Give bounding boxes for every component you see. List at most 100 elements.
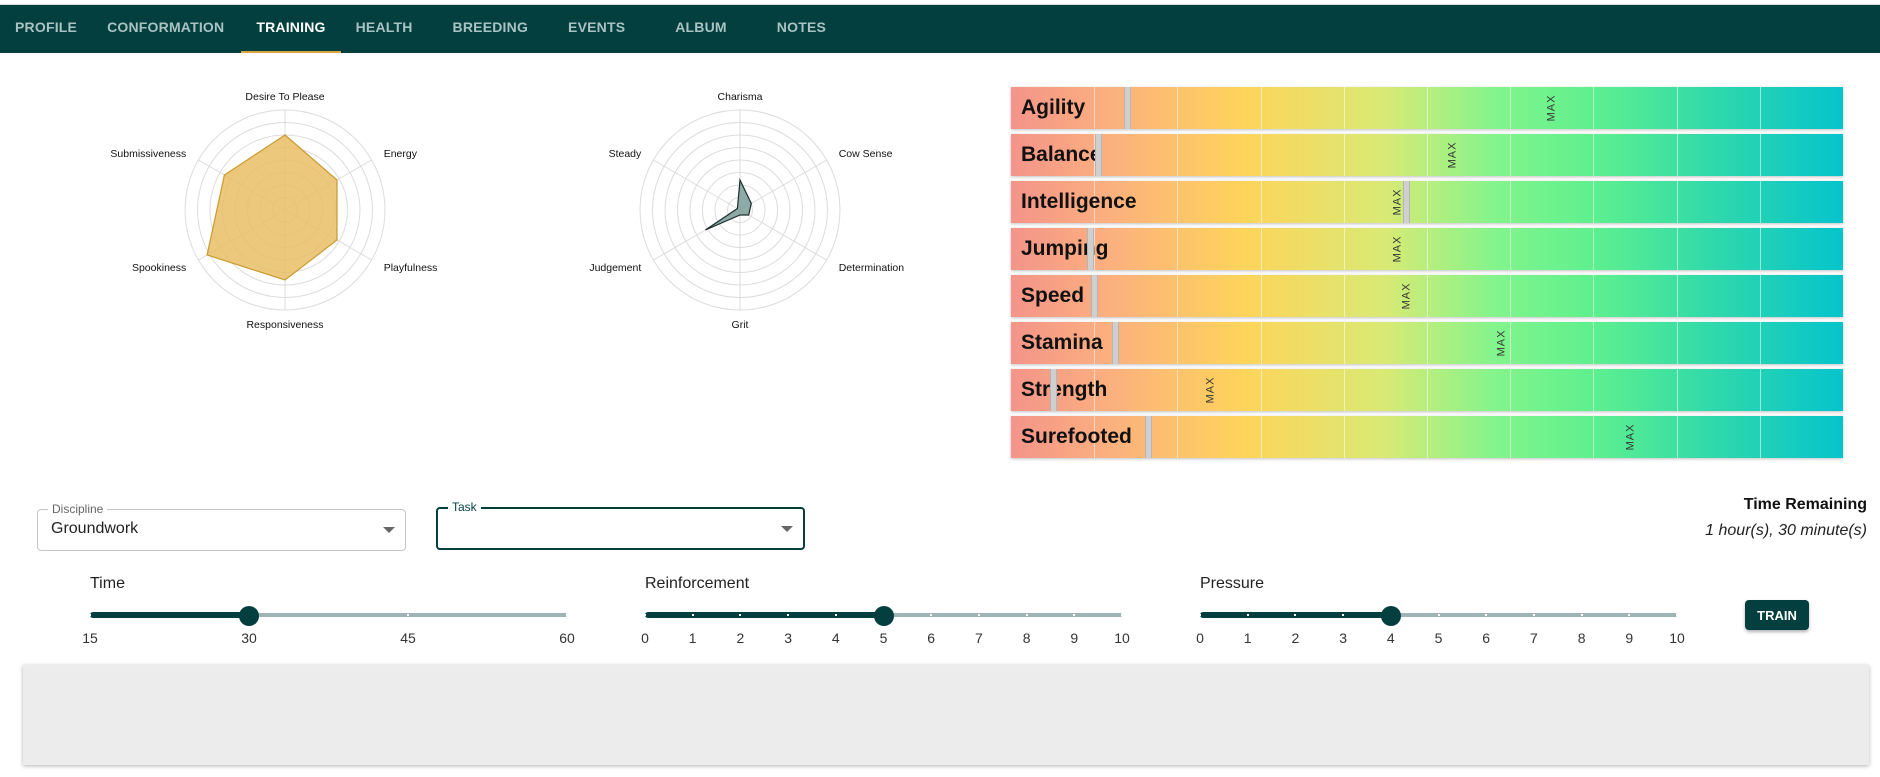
slider-tick bbox=[566, 614, 568, 616]
slider-thumb[interactable] bbox=[239, 606, 259, 626]
skill-bar-gridline bbox=[1260, 181, 1262, 223]
slider-tick bbox=[1485, 614, 1488, 616]
skill-bar-intelligence[interactable]: Intelligence MAX bbox=[1011, 181, 1843, 223]
radar-axis-label: Steady bbox=[609, 148, 642, 160]
skill-bar-jumping[interactable]: Jumping MAX bbox=[1011, 228, 1843, 270]
skill-max-marker: MAX bbox=[1391, 235, 1404, 263]
radar-axis-label: Cow Sense bbox=[839, 148, 893, 160]
skill-name: Agility bbox=[1021, 96, 1086, 119]
skill-bar-gridline bbox=[1343, 416, 1345, 458]
tab-training[interactable]: TRAINING bbox=[241, 5, 341, 53]
skill-bar-surefooted[interactable]: Surefooted MAX bbox=[1011, 416, 1843, 458]
skill-bar-gridline bbox=[1427, 134, 1428, 176]
skill-bar-gridline bbox=[1177, 181, 1179, 223]
skill-bar-gridline bbox=[1177, 416, 1179, 458]
slider-tick-label: 2 bbox=[1291, 630, 1300, 646]
reinforcement-slider[interactable]: Reinforcement 0 1 2 3 4 5 6 7 8 9 10 bbox=[641, 575, 1130, 646]
slider-thumb[interactable] bbox=[1380, 606, 1401, 626]
tab-profile[interactable]: PROFILE bbox=[0, 5, 92, 53]
slider-tick bbox=[787, 614, 790, 616]
skill-bar-gridline bbox=[1593, 87, 1595, 129]
temperament-radar-chart: Desire To Please Energy Playfulness Respons… bbox=[110, 91, 438, 331]
slider-tick bbox=[1437, 614, 1440, 616]
slider-thumb[interactable] bbox=[873, 606, 894, 626]
slider-tick bbox=[834, 614, 837, 616]
slider-tick-label: 8 bbox=[1577, 630, 1586, 646]
skill-bar-gridline bbox=[1343, 228, 1345, 270]
skill-bar-speed[interactable]: Speed MAX bbox=[1011, 275, 1843, 317]
slider-tick-label: 1 bbox=[1243, 630, 1252, 646]
slider-tick-label: 10 bbox=[1669, 630, 1685, 646]
skill-bar-gridline bbox=[1427, 369, 1428, 411]
skill-bar-gridline bbox=[1177, 87, 1179, 129]
skill-bar-gridline bbox=[1676, 322, 1678, 364]
skill-bar-gridline bbox=[1260, 87, 1262, 129]
skill-bar-strength[interactable]: Strength MAX bbox=[1011, 369, 1843, 411]
skill-bar-gridline bbox=[1427, 275, 1428, 317]
skill-bar-gridline bbox=[1260, 275, 1262, 317]
slider-tick bbox=[739, 614, 742, 616]
skill-bar-gridline bbox=[1593, 322, 1595, 364]
skill-bar-gridline bbox=[1343, 322, 1345, 364]
skill-bar-agility[interactable]: Agility MAX bbox=[1011, 87, 1843, 129]
skill-name: Speed bbox=[1021, 284, 1085, 307]
skill-bar-gridline bbox=[1343, 134, 1345, 176]
skill-bar-balance[interactable]: Balance MAX bbox=[1011, 134, 1843, 176]
radar-axis-label: Energy bbox=[384, 148, 418, 160]
skill-bar-stamina[interactable]: Stamina MAX bbox=[1011, 322, 1843, 364]
skill-level-handle bbox=[1112, 322, 1119, 364]
tab-events[interactable]: EVENTS bbox=[553, 5, 640, 53]
skill-bar-gridline bbox=[1593, 228, 1595, 270]
task-select[interactable]: Task bbox=[436, 500, 805, 550]
skill-max-marker: MAX bbox=[1400, 282, 1413, 310]
skill-bar-gridline bbox=[1759, 275, 1761, 317]
skill-bar-gridline bbox=[1759, 181, 1761, 223]
skill-bar-gridline bbox=[1759, 87, 1761, 129]
skill-bar-gridline bbox=[1260, 228, 1262, 270]
radar-axis-label: Desire To Please bbox=[245, 91, 324, 103]
slider-tick-label: 8 bbox=[1022, 630, 1031, 646]
skill-bar-gridline bbox=[1510, 228, 1512, 270]
time-slider[interactable]: Time 15 30 45 60 bbox=[82, 575, 575, 646]
slider-fill bbox=[645, 612, 884, 618]
skill-bar-gridline bbox=[1510, 369, 1512, 411]
tab-breeding[interactable]: BREEDING bbox=[438, 5, 544, 53]
discipline-select[interactable]: Discipline Groundwork bbox=[37, 502, 406, 551]
slider-tick-label: 0 bbox=[641, 630, 649, 646]
skill-max-marker: MAX bbox=[1445, 141, 1458, 169]
radar-axis-label: Playfulness bbox=[384, 262, 438, 274]
skill-bar-gridline bbox=[1177, 134, 1179, 176]
slider-tick bbox=[1532, 614, 1535, 616]
tab-notes[interactable]: NOTES bbox=[762, 5, 841, 53]
skill-bar-gridline bbox=[1759, 134, 1761, 176]
slider-tick-label: 2 bbox=[736, 630, 745, 646]
slider-tick-label: 5 bbox=[879, 630, 888, 646]
slider-tick bbox=[691, 614, 694, 616]
skill-name: Surefooted bbox=[1021, 425, 1132, 448]
slider-tick bbox=[977, 614, 980, 616]
time-remaining: Time Remaining 1 hour(s), 30 minute(s) bbox=[1705, 496, 1867, 540]
personality-radar-chart: Charisma Cow Sense Determination Grit Judgem… bbox=[589, 91, 904, 331]
skill-bar-gridline bbox=[1759, 228, 1761, 270]
task-label: Task bbox=[448, 500, 481, 514]
discipline-value: Groundwork bbox=[51, 520, 139, 537]
train-button[interactable]: TRAIN bbox=[1745, 600, 1809, 630]
tab-album[interactable]: ALBUM bbox=[660, 5, 742, 53]
reinforcement-slider-title: Reinforcement bbox=[645, 575, 750, 592]
skill-bar-gridline bbox=[1260, 369, 1262, 411]
tab-health[interactable]: HEALTH bbox=[341, 5, 428, 53]
skill-bar-gridline bbox=[1676, 181, 1678, 223]
skill-bar-gridline bbox=[1676, 275, 1678, 317]
pressure-slider[interactable]: Pressure 0 1 2 3 4 5 6 7 8 9 10 bbox=[1196, 575, 1685, 646]
skill-bar-gridline bbox=[1260, 134, 1262, 176]
skill-bar-gridline bbox=[1427, 87, 1428, 129]
slider-tick-label: 6 bbox=[1482, 630, 1491, 646]
skill-max-marker: MAX bbox=[1204, 376, 1217, 404]
top-nav: PROFILE CONFORMATION TRAINING HEALTH BRE… bbox=[0, 5, 1880, 53]
tab-conformation[interactable]: CONFORMATION bbox=[92, 5, 239, 53]
radar-spoke bbox=[739, 209, 827, 261]
slider-tick-label: 7 bbox=[1529, 630, 1538, 646]
chevron-down-icon bbox=[383, 527, 395, 533]
chevron-down-icon bbox=[781, 526, 793, 532]
skill-bar-gridline bbox=[1676, 416, 1678, 458]
